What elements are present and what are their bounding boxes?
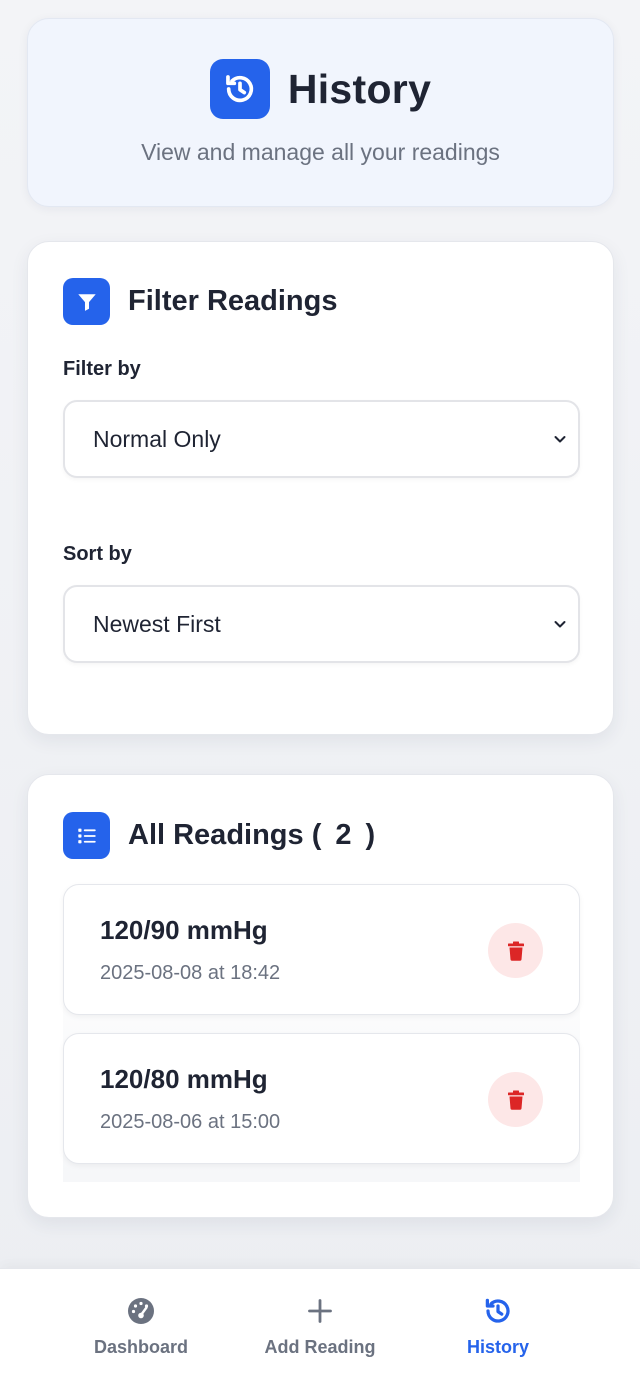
page-subtitle: View and manage all your readings [141,139,500,165]
page-title: History [287,65,432,112]
chevron-down-icon [552,611,568,638]
plus-icon [240,1295,400,1327]
nav-item-history[interactable]: History [418,1295,578,1358]
reading-value: 120/80 mmHg [100,1064,268,1094]
filter-card: Filter Readings Filter by Normal Only So… [27,241,614,735]
readings-count: 2 [335,819,352,851]
filter-by-label: Filter by [63,358,141,380]
gauge-icon [61,1295,221,1327]
delete-button[interactable] [488,1072,543,1127]
filter-icon [63,278,110,325]
list-icon [63,812,110,859]
filter-card-header: Filter Readings [63,278,338,325]
reading-value: 120/90 mmHg [100,915,268,945]
chevron-down-icon [552,426,568,453]
filter-select-value: Normal Only [93,425,221,452]
nav-item-add-reading[interactable]: Add Reading [240,1295,400,1358]
nav-label: Dashboard [93,1337,189,1357]
reading-date: 2025-08-08 at 18:42 [100,962,281,984]
readings-card-header: All Readings ( 2) [63,812,375,859]
sort-select-value: Newest First [93,610,221,637]
readings-card: All Readings ( 2) 120/90 mmHg 2025-08-08 … [27,774,614,1218]
nav-item-dashboard[interactable]: Dashboard [61,1295,221,1358]
reading-item: 120/90 mmHg 2025-08-08 at 18:42 [63,884,580,1015]
filter-select[interactable]: Normal Only [63,400,580,478]
readings-title-close: ) [365,819,376,851]
sort-by-label: Sort by [63,543,132,565]
readings-card-title: All Readings ( 2) [128,819,375,852]
reading-date: 2025-08-06 at 15:00 [100,1111,281,1133]
history-icon [209,59,270,119]
filter-card-title: Filter Readings [128,285,338,317]
history-icon [418,1295,578,1327]
trash-icon [507,941,524,961]
delete-button[interactable] [488,923,543,978]
readings-title-text: All Readings ( [128,819,322,851]
reading-item: 120/80 mmHg 2025-08-06 at 15:00 [63,1033,580,1164]
sort-select[interactable]: Newest First [63,585,580,663]
history-page: History View and manage all your reading… [0,0,640,1387]
trash-icon [507,1090,524,1110]
page-header: History View and manage all your reading… [27,18,614,207]
nav-label: Add Reading [264,1337,376,1357]
bottom-nav: Dashboard Add Reading History [0,1268,640,1387]
readings-list: 120/90 mmHg 2025-08-08 at 18:42 120/80 m… [63,884,580,1182]
nav-label: History [466,1337,529,1357]
